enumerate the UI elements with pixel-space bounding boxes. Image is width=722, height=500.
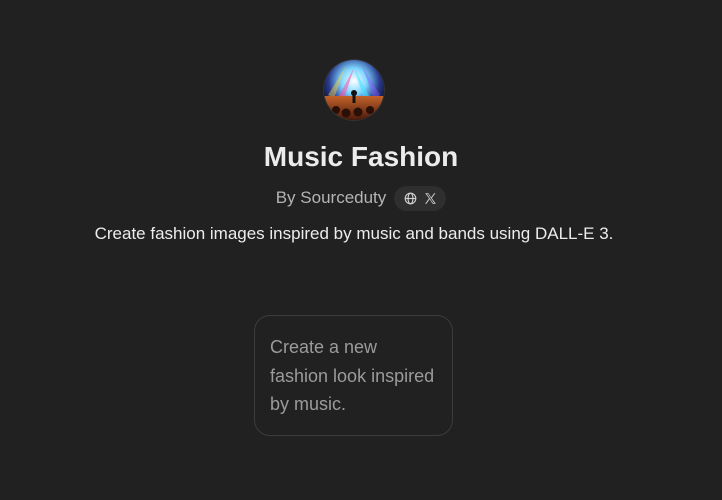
conversation-starter-card[interactable]: Create a new fashion look inspired by mu… [254,315,453,436]
x-logo-icon[interactable] [423,191,437,205]
conversation-starter-text: Create a new fashion look inspired by mu… [270,337,435,414]
gpt-avatar [324,60,384,120]
gpt-title: Music Fashion [263,141,459,172]
gpt-landing: Music Fashion By Sourceduty Create fashi… [0,0,722,500]
gpt-byline-row: By Sourceduty [0,185,722,211]
concert-stage-avatar-icon [324,60,384,120]
social-links [394,185,447,211]
globe-icon[interactable] [403,191,417,205]
gpt-description: Create fashion images inspired by music … [94,224,614,243]
author-label: By Sourceduty [275,188,387,207]
